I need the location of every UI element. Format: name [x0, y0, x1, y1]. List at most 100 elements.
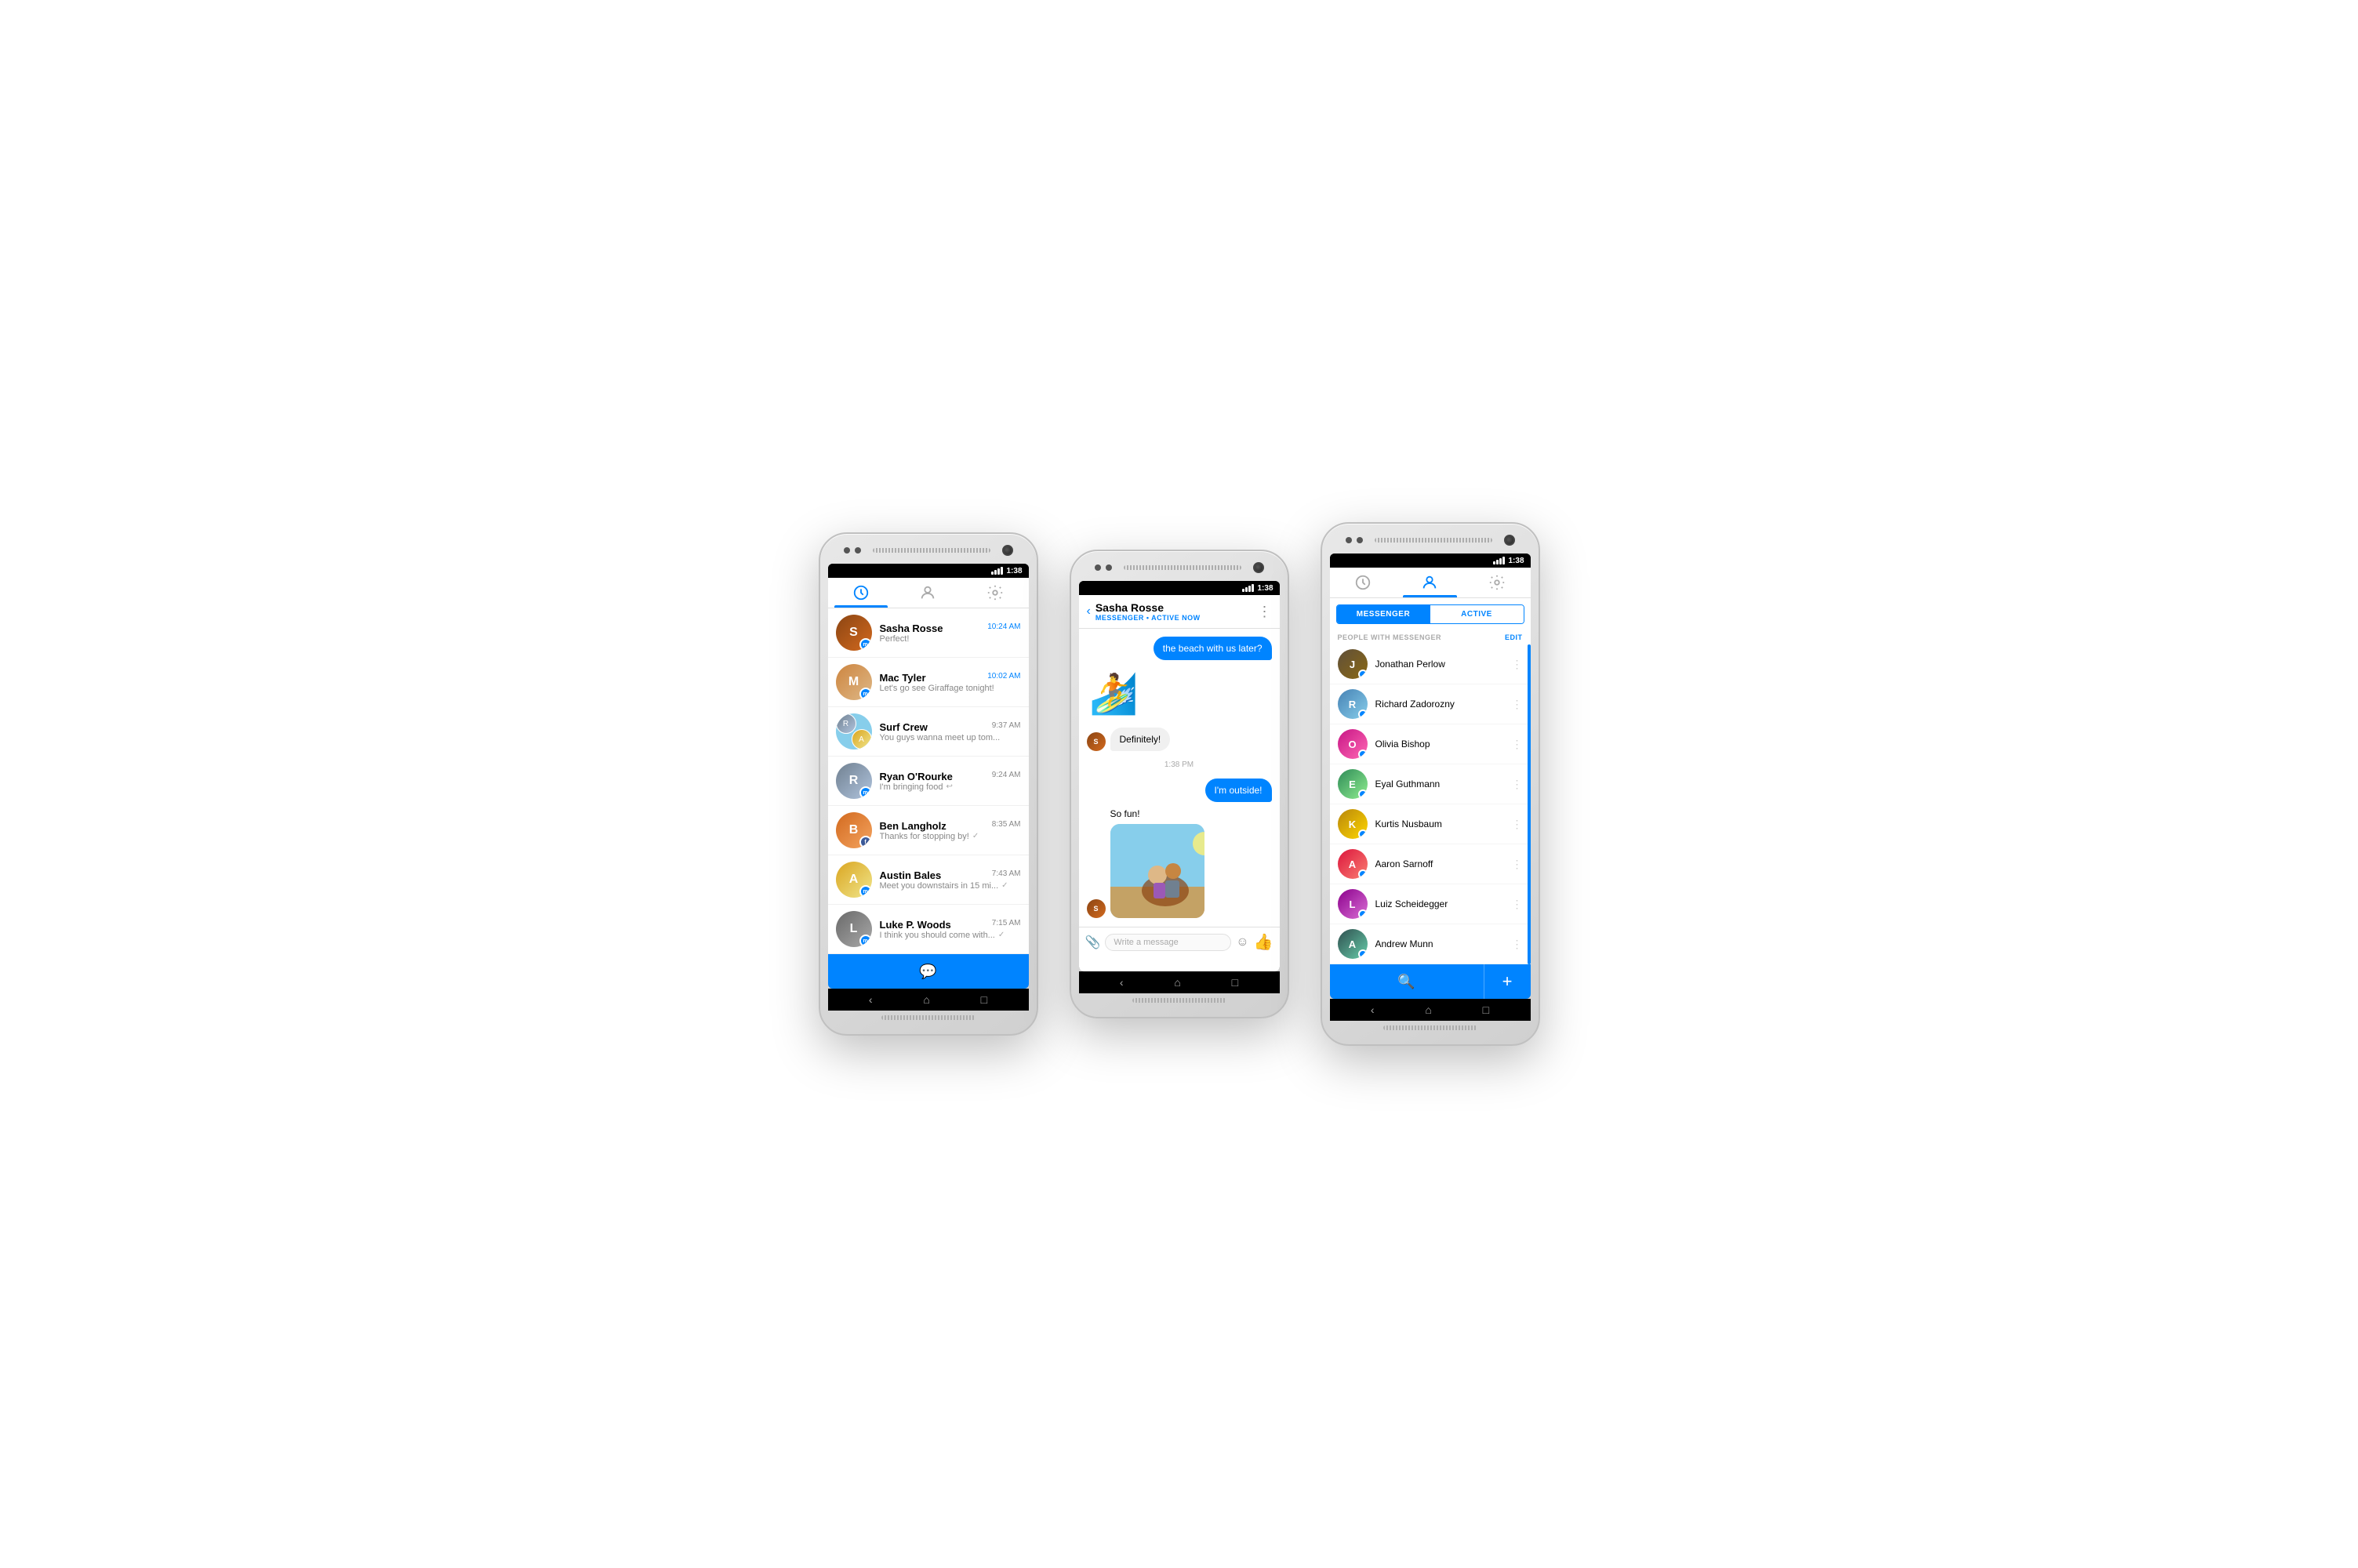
- more-icon-aaron[interactable]: ⋮: [1512, 858, 1523, 871]
- more-icon-richard[interactable]: ⋮: [1512, 698, 1523, 711]
- tab-settings-1[interactable]: [961, 584, 1028, 608]
- phones-container: 1:38: [819, 522, 1540, 1046]
- name-luiz: Luiz Scheidegger: [1375, 898, 1504, 909]
- people-item-luiz[interactable]: L Luiz Scheidegger ⋮: [1330, 884, 1531, 924]
- tab-people-3[interactable]: [1397, 574, 1463, 597]
- conv-time-austin: 7:43 AM: [992, 869, 1021, 881]
- tab-settings-3[interactable]: [1463, 574, 1530, 597]
- back-button-2[interactable]: ‹: [1120, 976, 1124, 989]
- nav-tabs-3: [1330, 568, 1531, 598]
- avatar-sasha: S m: [836, 615, 872, 651]
- conv-name-luke: Luke P. Woods: [880, 919, 951, 931]
- people-item-richard[interactable]: R Richard Zadorozny ⋮: [1330, 684, 1531, 724]
- more-icon-olivia[interactable]: ⋮: [1512, 738, 1523, 751]
- msg-so-fun: S So fun!: [1087, 808, 1272, 918]
- tab-recent-1[interactable]: [828, 584, 895, 608]
- bottom-bar-1: 💬: [828, 954, 1029, 989]
- conv-time-ryan: 9:24 AM: [992, 771, 1021, 782]
- toggle-messenger[interactable]: MESSENGER: [1337, 605, 1430, 623]
- phone-dot: [844, 547, 850, 554]
- badge-messenger: m: [859, 885, 872, 898]
- msg-beach: the beach with us later?: [1087, 637, 1272, 660]
- people-section-label-text: PEOPLE WITH MESSENGER: [1338, 633, 1442, 641]
- conv-time-luke: 7:15 AM: [992, 919, 1021, 931]
- home-button-1[interactable]: ⌂: [923, 993, 929, 1006]
- avatar-ben: B f: [836, 812, 872, 848]
- tab-people-1[interactable]: [895, 584, 961, 608]
- avatar-olivia: O: [1338, 729, 1368, 759]
- attachment-icon[interactable]: 📎: [1085, 935, 1101, 950]
- more-icon-jonathan[interactable]: ⋮: [1512, 658, 1523, 671]
- conv-item-luke[interactable]: L m Luke P. Woods 7:15 AM I think y: [828, 905, 1029, 954]
- home-button-3[interactable]: ⌂: [1425, 1004, 1431, 1016]
- phone-nav-3: ‹ ⌂ □: [1330, 999, 1531, 1021]
- emoji-icon[interactable]: ☺: [1236, 935, 1248, 949]
- menu-button-3[interactable]: □: [1483, 1004, 1489, 1016]
- messenger-badge-olivia: [1358, 750, 1368, 759]
- conv-item-mac[interactable]: M m Mac Tyler 10:02 AM Let's go see Gira…: [828, 658, 1029, 707]
- home-button-2[interactable]: ⌂: [1174, 976, 1180, 989]
- reply-icon: ↩: [946, 782, 952, 791]
- phone-top-1: [828, 545, 1029, 564]
- conv-item-surf-crew[interactable]: R A Surf Crew 9:37 AM You guys wanna mee…: [828, 707, 1029, 757]
- phone-top-3: [1330, 535, 1531, 554]
- badge-facebook: f: [859, 836, 872, 848]
- more-icon-eyal[interactable]: ⋮: [1512, 778, 1523, 791]
- back-button-1[interactable]: ‹: [869, 993, 873, 1006]
- plus-icon: +: [1502, 971, 1513, 992]
- message-input[interactable]: Write a message: [1105, 934, 1231, 951]
- name-kurtis: Kurtis Nusbaum: [1375, 818, 1504, 829]
- phone-screen-3: 1:38: [1330, 554, 1531, 999]
- messenger-active-toggle: MESSENGER ACTIVE: [1336, 604, 1524, 624]
- conv-item-ryan[interactable]: R m Ryan O'Rourke 9:24 AM I'm bring: [828, 757, 1029, 806]
- menu-button-2[interactable]: □: [1232, 976, 1238, 989]
- people-item-aaron[interactable]: A Aaron Sarnoff ⋮: [1330, 844, 1531, 884]
- people-item-kurtis[interactable]: K Kurtis Nusbaum ⋮: [1330, 804, 1531, 844]
- photo-beach: [1110, 824, 1204, 918]
- conv-item-sasha[interactable]: S m Sasha Rosse 10:24 AM Perfect!: [828, 608, 1029, 658]
- conv-info-sasha: Sasha Rosse 10:24 AM Perfect!: [880, 622, 1021, 644]
- conv-name-sasha: Sasha Rosse: [880, 622, 943, 634]
- search-button[interactable]: 🔍: [1330, 964, 1484, 999]
- chat-header-info: Sasha Rosse MESSENGER • ACTIVE NOW: [1095, 601, 1253, 622]
- people-item-olivia[interactable]: O Olivia Bishop ⋮: [1330, 724, 1531, 764]
- like-button[interactable]: 👍: [1254, 932, 1273, 952]
- signal-icon-2: [1242, 584, 1254, 592]
- conv-time-surf: 9:37 AM: [992, 721, 1021, 733]
- phone-dots-1: [844, 547, 861, 554]
- edit-button[interactable]: EDIT: [1505, 633, 1523, 641]
- avatar-kurtis: K: [1338, 809, 1368, 839]
- people-item-andrew[interactable]: A Andrew Munn ⋮: [1330, 924, 1531, 964]
- status-time-3: 1:38: [1508, 557, 1524, 565]
- conv-preview-luke: I think you should come with...: [880, 931, 995, 940]
- phone-camera-2: [1253, 562, 1264, 573]
- conv-item-austin[interactable]: A m Austin Bales 7:43 AM Meet you d: [828, 855, 1029, 905]
- conv-name-mac: Mac Tyler: [880, 672, 926, 684]
- chat-more-button[interactable]: ⋮: [1258, 604, 1272, 620]
- conv-name-surf: Surf Crew: [880, 721, 928, 733]
- status-bar-1: 1:38: [828, 564, 1029, 578]
- conv-preview-mac: Let's go see Giraffage tonight!: [880, 684, 1021, 693]
- phone-screen-2: 1:38 ‹ Sasha Rosse MESSENGER • ACTIVE NO…: [1079, 581, 1280, 971]
- conv-item-ben[interactable]: B f Ben Langholz 8:35 AM Thanks for: [828, 806, 1029, 855]
- bubble-outside: I'm outside!: [1205, 779, 1272, 802]
- avatar-chat-small: S: [1087, 732, 1106, 751]
- conv-preview-surf: You guys wanna meet up tom...: [880, 733, 1021, 742]
- back-button-3[interactable]: ‹: [1371, 1004, 1375, 1016]
- search-icon: 🔍: [1397, 974, 1415, 990]
- people-item-eyal[interactable]: E Eyal Guthmann ⋮: [1330, 764, 1531, 804]
- status-bar-3: 1:38: [1330, 554, 1531, 568]
- more-icon-kurtis[interactable]: ⋮: [1512, 818, 1523, 831]
- more-icon-andrew[interactable]: ⋮: [1512, 938, 1523, 951]
- toggle-active[interactable]: ACTIVE: [1430, 605, 1524, 623]
- menu-button-1[interactable]: □: [981, 993, 987, 1006]
- back-button-chat[interactable]: ‹: [1087, 604, 1091, 619]
- people-item-jonathan[interactable]: J Jonathan Perlow ⋮: [1330, 644, 1531, 684]
- tab-recent-3[interactable]: [1330, 574, 1397, 597]
- avatar-aaron: A: [1338, 849, 1368, 879]
- name-aaron: Aaron Sarnoff: [1375, 858, 1504, 869]
- more-icon-luiz[interactable]: ⋮: [1512, 898, 1523, 911]
- add-person-button[interactable]: +: [1484, 964, 1531, 999]
- conv-info-luke: Luke P. Woods 7:15 AM I think you should…: [880, 919, 1021, 940]
- phone-dot: [855, 547, 861, 554]
